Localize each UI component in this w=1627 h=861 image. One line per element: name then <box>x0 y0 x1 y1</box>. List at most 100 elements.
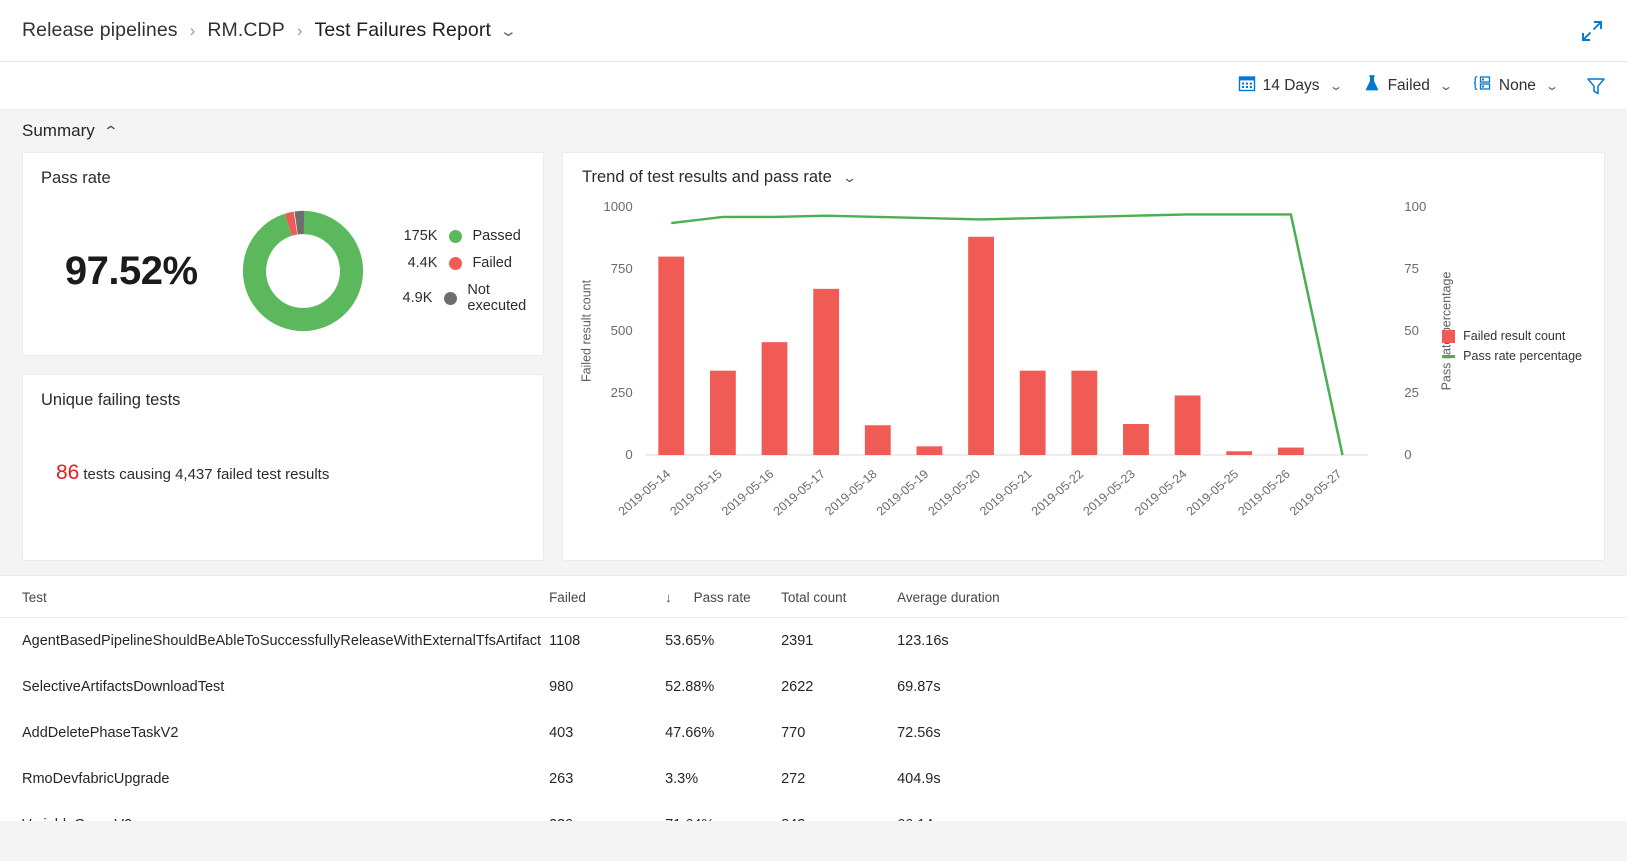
unique-failing-tests-title: Unique failing tests <box>23 375 543 410</box>
summary-cards: Pass rate 97.52% 175K Passed <box>0 152 1627 561</box>
funnel-filter-icon[interactable] <box>1585 75 1607 97</box>
unique-failing-tests-count: 86 <box>56 461 79 484</box>
legend-swatch-failed-count <box>1442 330 1455 343</box>
legend-value-not-executed: 4.9K <box>393 290 432 306</box>
pass-rate-legend: 175K Passed 4.4K Failed 4.9K Not execute… <box>393 228 543 314</box>
breadcrumb-item-release-pipelines[interactable]: Release pipelines <box>22 19 178 42</box>
outcome-filter[interactable]: Failed ⌄ <box>1363 74 1451 97</box>
legend-dot-not-executed <box>444 292 457 305</box>
cell-test: VariableGroupV2 <box>0 802 549 821</box>
breadcrumb-item-rm-cdp[interactable]: RM.CDP <box>207 19 285 42</box>
cell-failed: 980 <box>549 664 665 710</box>
legend-label-failed-count: Failed result count <box>1463 329 1565 343</box>
breadcrumb-bar: Release pipelines › RM.CDP › Test Failur… <box>0 0 1627 62</box>
grouping-filter[interactable]: None ⌄ <box>1473 74 1557 97</box>
trend-chart-legend: Failed result count Pass rate percentage <box>1442 329 1582 363</box>
table-row[interactable]: RmoDevfabricUpgrade2633.3%272404.9s <box>0 756 1627 802</box>
svg-text:25: 25 <box>1404 385 1419 400</box>
legend-label-not-executed: Not executed <box>467 282 543 314</box>
table-row[interactable]: AgentBasedPipelineShouldBeAbleToSuccessf… <box>0 618 1627 665</box>
svg-text:2019-05-22: 2019-05-22 <box>1029 467 1087 518</box>
svg-text:0: 0 <box>625 447 632 462</box>
cell-test: AddDeletePhaseTaskV2 <box>0 710 549 756</box>
column-header-test[interactable]: Test <box>0 576 549 618</box>
flask-icon <box>1363 74 1381 97</box>
svg-text:2019-05-18: 2019-05-18 <box>822 467 880 518</box>
legend-label-failed: Failed <box>472 255 512 271</box>
table-row[interactable]: AddDeletePhaseTaskV240347.66%77072.56s <box>0 710 1627 756</box>
period-filter-label: 14 Days <box>1263 77 1320 95</box>
cell-failed: 403 <box>549 710 665 756</box>
svg-text:2019-05-21: 2019-05-21 <box>977 467 1035 518</box>
chart-legend-item-failed-count: Failed result count <box>1442 329 1582 343</box>
legend-swatch-pass-rate <box>1442 355 1455 358</box>
chevron-down-icon: ⌄ <box>1545 79 1560 93</box>
column-header-failed[interactable]: Failed <box>549 576 665 618</box>
outcome-filter-label: Failed <box>1388 77 1430 95</box>
cell-failed: 1108 <box>549 618 665 665</box>
cell-avg-duration: 123.16s <box>897 618 1627 665</box>
svg-text:750: 750 <box>611 261 633 276</box>
cell-failed: 239 <box>549 802 665 821</box>
svg-text:2019-05-25: 2019-05-25 <box>1184 467 1242 518</box>
cell-test: RmoDevfabricUpgrade <box>0 756 549 802</box>
unique-failing-tests-text: tests causing 4,437 failed test results <box>83 466 329 483</box>
svg-text:2019-05-17: 2019-05-17 <box>770 467 828 518</box>
breadcrumb-item-test-failures-report[interactable]: Test Failures Report <box>315 19 491 42</box>
trend-chart-card: Trend of test results and pass rate ⌄ 0 2… <box>562 152 1605 561</box>
summary-section-toggle[interactable]: Summary ⌃ <box>0 110 1627 152</box>
period-filter[interactable]: 14 Days ⌄ <box>1238 74 1341 97</box>
table-header-row: Test Failed ↓ Pass rate Total count Aver… <box>0 576 1627 618</box>
column-header-total-count[interactable]: Total count <box>781 576 897 618</box>
breadcrumb-separator: › <box>297 21 303 41</box>
svg-text:75: 75 <box>1404 261 1419 276</box>
table-row[interactable]: SelectiveArtifactsDownloadTest98052.88%2… <box>0 664 1627 710</box>
column-header-pass-rate[interactable]: ↓ Pass rate <box>665 576 781 618</box>
svg-text:2019-05-20: 2019-05-20 <box>925 467 983 518</box>
breadcrumb-separator: › <box>190 21 196 41</box>
expand-diagonal-icon[interactable] <box>1579 18 1605 44</box>
chart-legend-item-pass-rate: Pass rate percentage <box>1442 349 1582 363</box>
chevron-up-icon: ⌃ <box>102 123 118 140</box>
svg-text:Failed result count: Failed result count <box>578 280 593 383</box>
unique-failing-tests-summary: 86tests causing 4,437 failed test result… <box>56 461 329 485</box>
column-header-pass-rate-label: Pass rate <box>694 590 751 605</box>
cell-total-count: 843 <box>781 802 897 821</box>
cell-total-count: 272 <box>781 756 897 802</box>
svg-text:2019-05-16: 2019-05-16 <box>719 467 777 518</box>
unique-failing-tests-card: Unique failing tests 86tests causing 4,4… <box>22 374 544 561</box>
left-card-column: Pass rate 97.52% 175K Passed <box>22 152 544 561</box>
table-body: AgentBasedPipelineShouldBeAbleToSuccessf… <box>0 618 1627 822</box>
pass-rate-card: Pass rate 97.52% 175K Passed <box>22 152 544 356</box>
legend-value-passed: 175K <box>393 228 437 244</box>
cell-avg-duration: 66.14s <box>897 802 1627 821</box>
svg-text:2019-05-14: 2019-05-14 <box>616 467 674 518</box>
legend-dot-failed <box>449 257 462 270</box>
chevron-down-icon[interactable]: ⌄ <box>499 22 518 40</box>
pass-rate-donut-chart <box>239 207 367 335</box>
svg-text:1000: 1000 <box>603 199 632 214</box>
calendar-icon <box>1238 74 1256 97</box>
legend-label-passed: Passed <box>472 228 520 244</box>
cell-pass-rate: 47.66% <box>665 710 781 756</box>
sort-descending-icon: ↓ <box>665 590 672 605</box>
legend-dot-passed <box>449 230 462 243</box>
cell-failed: 263 <box>549 756 665 802</box>
svg-text:500: 500 <box>611 323 633 338</box>
chevron-down-icon: ⌄ <box>1328 79 1343 93</box>
legend-item-failed: 4.4K Failed <box>393 255 543 271</box>
trend-chart-title: Trend of test results and pass rate <box>582 168 832 186</box>
cell-pass-rate: 53.65% <box>665 618 781 665</box>
chevron-down-icon[interactable]: ⌄ <box>842 170 857 186</box>
failing-tests-table: Test Failed ↓ Pass rate Total count Aver… <box>0 576 1627 821</box>
cell-pass-rate: 52.88% <box>665 664 781 710</box>
table-row[interactable]: VariableGroupV223971.64%84366.14s <box>0 802 1627 821</box>
svg-text:0: 0 <box>1404 447 1411 462</box>
svg-text:2019-05-24: 2019-05-24 <box>1132 467 1190 518</box>
pass-rate-title: Pass rate <box>23 153 543 188</box>
cell-avg-duration: 69.87s <box>897 664 1627 710</box>
column-header-avg-duration[interactable]: Average duration <box>897 576 1627 618</box>
svg-text:2019-05-27: 2019-05-27 <box>1287 467 1345 518</box>
cell-test: AgentBasedPipelineShouldBeAbleToSuccessf… <box>0 618 549 665</box>
legend-item-passed: 175K Passed <box>393 228 543 244</box>
